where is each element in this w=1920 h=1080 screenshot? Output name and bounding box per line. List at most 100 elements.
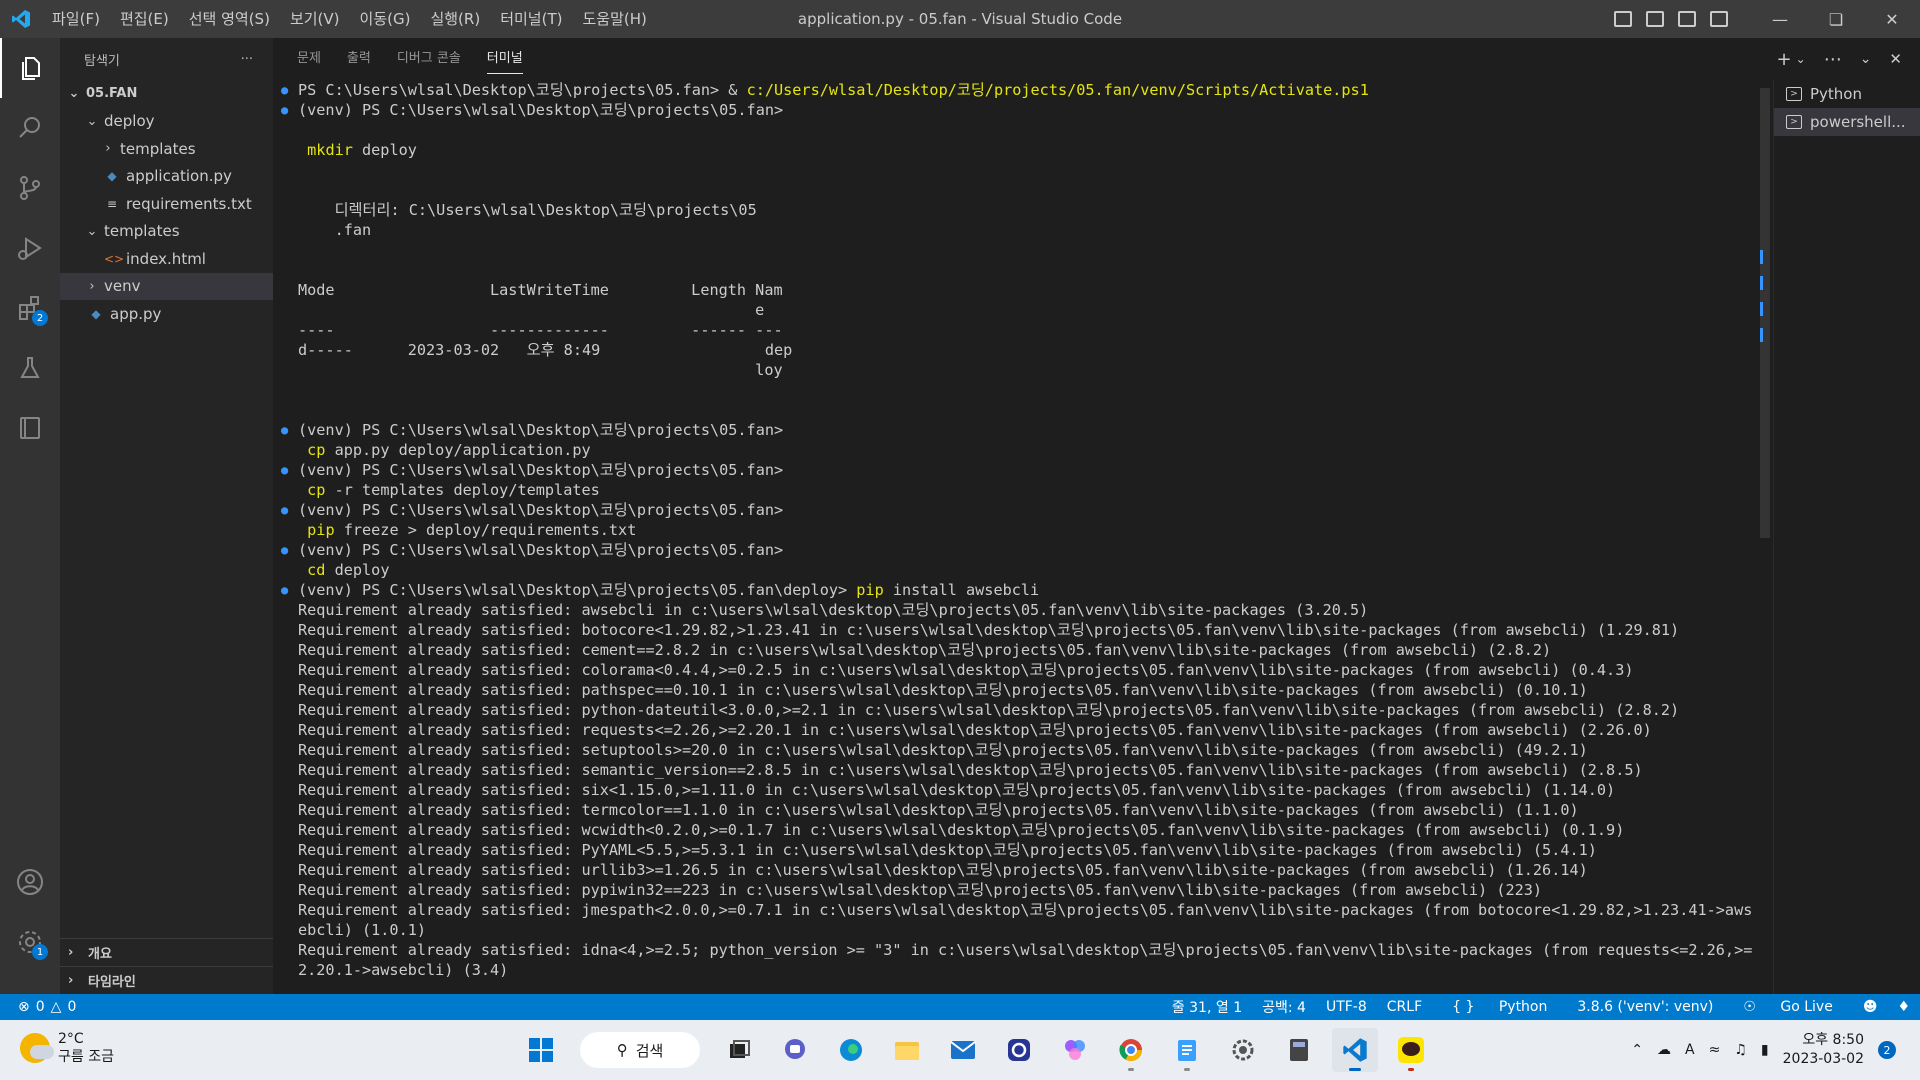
launch-profile-chevron-icon[interactable]: ⌄	[1796, 52, 1806, 66]
toggle-secondary-sidebar-icon[interactable]	[1678, 11, 1696, 27]
tree-folder[interactable]: ⌄ templates	[60, 218, 273, 246]
tree-file[interactable]: ≡ requirements.txt	[60, 190, 273, 218]
explorer-icon[interactable]	[0, 38, 60, 98]
tree-file[interactable]: ◆ app.py	[60, 300, 273, 328]
notification-badge[interactable]: 2	[1878, 1041, 1896, 1059]
python-interpreter[interactable]: 3.8.6 ('venv': venv)	[1567, 999, 1723, 1015]
menu-item[interactable]: 도움말(H)	[572, 0, 656, 38]
command-decoration-icon[interactable]: ●	[281, 100, 298, 120]
command-decoration-icon[interactable]: ●	[281, 500, 298, 520]
broadcast-icon: ☉	[1743, 999, 1756, 1015]
notifications-bell-icon[interactable]: ♦	[1887, 999, 1920, 1015]
terminal-instance[interactable]: > powershell...	[1774, 108, 1920, 136]
task-view-icon[interactable]	[716, 1028, 762, 1072]
panel-tab[interactable]: 문제	[297, 38, 321, 80]
command-decoration-icon[interactable]: ●	[281, 80, 298, 100]
encoding[interactable]: UTF-8	[1316, 999, 1377, 1015]
feedback-icon[interactable]: ☻	[1853, 999, 1888, 1015]
problems-status[interactable]: ⊗ 0 △ 0	[0, 999, 76, 1015]
volume-icon[interactable]: ♫	[1734, 1042, 1747, 1058]
command-decoration-icon[interactable]: ●	[281, 540, 298, 560]
terminal-instance[interactable]: > Python	[1774, 80, 1920, 108]
close-panel-icon[interactable]: ✕	[1889, 50, 1902, 68]
mail-icon[interactable]	[940, 1028, 986, 1072]
command-decoration-icon[interactable]: ●	[281, 420, 298, 440]
title-bar: 파일(F) 편집(E) 선택 영역(S) 보기(V) 이동(G) 실행(R) 터미널(T) 도…	[0, 0, 1920, 38]
taskbar-search[interactable]: ⚲ 검색	[580, 1032, 700, 1068]
onedrive-icon[interactable]: ☁	[1657, 1042, 1671, 1058]
terminal-text: Requirement already satisfied: pathspec=…	[298, 681, 1588, 699]
more-icon[interactable]: ⋯	[1824, 49, 1842, 70]
menu-item[interactable]: 실행(R)	[420, 0, 490, 38]
panel-tab[interactable]: 디버그 콘솔	[397, 38, 461, 80]
terminal-line	[281, 180, 1760, 200]
terminal-line: ● (venv) PS C:\Users\wlsal\Desktop\코딩\pro…	[281, 540, 1760, 560]
gear-icon[interactable]: 1	[0, 912, 60, 972]
command-decoration-icon[interactable]: ●	[281, 580, 298, 600]
menu-item[interactable]: 터미널(T)	[490, 0, 572, 38]
terminal-text: Requirement already satisfied: awsebcli …	[298, 601, 1369, 619]
close-window-button[interactable]: ✕	[1864, 0, 1920, 38]
search-icon[interactable]	[0, 98, 60, 158]
cursor-position[interactable]: 줄 31, 열 1	[1162, 997, 1252, 1017]
indentation[interactable]: 공백: 4	[1252, 997, 1316, 1017]
panel-tab[interactable]: 출력	[347, 38, 371, 80]
edge-browser-icon[interactable]	[828, 1028, 874, 1072]
terminal-line	[281, 380, 1760, 400]
customize-layout-icon[interactable]	[1710, 11, 1728, 27]
menu-item[interactable]: 선택 영역(S)	[179, 0, 280, 38]
clock[interactable]: 오후 8:50 2023-03-02	[1783, 1031, 1864, 1069]
file-explorer-icon[interactable]	[884, 1028, 930, 1072]
scroll-marker	[1760, 302, 1763, 316]
battery-icon[interactable]: ▮	[1761, 1042, 1769, 1058]
toggle-panel-icon[interactable]	[1646, 11, 1664, 27]
extensions-icon[interactable]: 2	[0, 278, 60, 338]
tree-folder[interactable]: › templates	[60, 135, 273, 163]
more-actions-button[interactable]: ···	[241, 52, 253, 67]
notepad-icon[interactable]	[1164, 1028, 1210, 1072]
restore-button[interactable]: ❏	[1808, 0, 1864, 38]
tree-file[interactable]: ◆ application.py	[60, 163, 273, 191]
show-hidden-icons-chevron-icon[interactable]: ⌃	[1631, 1042, 1643, 1058]
chat-icon[interactable]	[772, 1028, 818, 1072]
start-button[interactable]	[518, 1028, 564, 1072]
kakaotalk-icon[interactable]	[1388, 1028, 1434, 1072]
tree-folder[interactable]: › venv	[60, 272, 273, 300]
tree-file[interactable]: <> index.html	[60, 245, 273, 273]
new-terminal-icon[interactable]: +	[1777, 49, 1792, 70]
minimize-button[interactable]: —	[1752, 0, 1808, 38]
outline-section[interactable]: › 개요	[60, 938, 273, 966]
language-mode[interactable]: { } Python	[1432, 999, 1567, 1015]
menu-item[interactable]: 파일(F)	[42, 0, 110, 38]
chrome-browser-icon[interactable]	[1108, 1028, 1154, 1072]
menu-item[interactable]: 편집(E)	[110, 0, 179, 38]
timeline-section[interactable]: › 타임라인	[60, 966, 273, 994]
photos-app-icon[interactable]	[1052, 1028, 1098, 1072]
tree-folder[interactable]: ⌄ deploy	[60, 108, 273, 136]
run-debug-icon[interactable]	[0, 218, 60, 278]
vscode-taskbar-icon[interactable]	[1332, 1028, 1378, 1072]
input-method-icon[interactable]: A	[1685, 1042, 1695, 1058]
app-q-icon[interactable]	[996, 1028, 1042, 1072]
remote-explorer-icon[interactable]	[0, 398, 60, 458]
testing-icon[interactable]	[0, 338, 60, 398]
account-icon[interactable]	[0, 852, 60, 912]
menu-item[interactable]: 이동(G)	[350, 0, 421, 38]
calculator-icon[interactable]	[1276, 1028, 1322, 1072]
weather-widget[interactable]: 2°C 구름 조금	[20, 1030, 114, 1066]
line-ending[interactable]: CRLF	[1377, 999, 1432, 1015]
toggle-primary-sidebar-icon[interactable]	[1614, 11, 1632, 27]
panel-tab[interactable]: 터미널	[486, 38, 523, 80]
wifi-icon[interactable]: ≈	[1709, 1042, 1721, 1058]
collapse-panel-icon[interactable]: ⌄	[1860, 51, 1872, 67]
source-control-icon[interactable]	[0, 158, 60, 218]
terminal-output[interactable]: ● PS C:\Users\wlsal\Desktop\코딩\projects\0…	[273, 80, 1760, 994]
html-file-icon: <>	[104, 251, 125, 266]
settings-app-icon[interactable]	[1220, 1028, 1266, 1072]
workspace-root[interactable]: ⌄ 05.FAN	[60, 80, 273, 108]
command-decoration-icon[interactable]: ●	[281, 460, 298, 480]
go-live-button[interactable]: ☉ Go Live	[1723, 999, 1852, 1015]
menu-item[interactable]: 보기(V)	[280, 0, 350, 38]
